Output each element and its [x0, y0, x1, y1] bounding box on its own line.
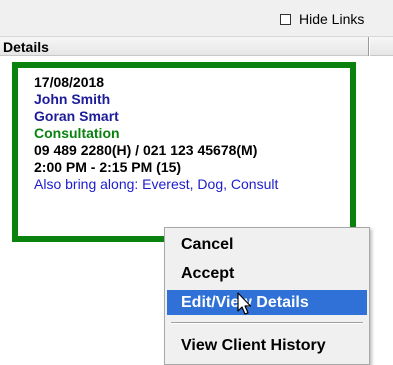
toolbar: Hide Links: [0, 0, 393, 36]
menu-item-accept[interactable]: Accept: [167, 261, 367, 286]
hide-links-label[interactable]: Hide Links: [299, 11, 364, 27]
details-header-label: Details: [3, 39, 49, 55]
column-divider-highlight: [369, 37, 370, 56]
appointment-date: 17/08/2018: [34, 74, 105, 90]
hide-links-toggle[interactable]: Hide Links: [280, 10, 364, 28]
menu-separator-highlight: [171, 323, 363, 324]
mouse-pointer-icon: [237, 292, 252, 315]
appointment-note: Also bring along: Everest, Dog, Consult: [34, 176, 279, 192]
provider-name: Goran Smart: [34, 108, 119, 124]
phone-numbers: 09 489 2280(H) / 021 123 45678(M): [34, 142, 258, 158]
appointment-time: 2:00 PM - 2:15 PM (15): [34, 159, 182, 175]
context-menu: Cancel Accept Edit/View Details View Cli…: [164, 227, 370, 365]
menu-item-view-client-history[interactable]: View Client History: [167, 333, 367, 358]
details-column-header[interactable]: Details: [0, 36, 393, 56]
appointment-type: Consultation: [34, 125, 120, 141]
hide-links-checkbox[interactable]: [280, 13, 291, 25]
client-name: John Smith: [34, 91, 111, 107]
appointment-card[interactable]: 17/08/2018 John Smith Goran Smart Consul…: [12, 62, 356, 242]
menu-item-edit-view-details[interactable]: Edit/View Details: [167, 290, 367, 315]
app-window: Hide Links Details 17/08/2018 John Smith…: [0, 0, 393, 365]
menu-item-cancel[interactable]: Cancel: [167, 232, 367, 257]
